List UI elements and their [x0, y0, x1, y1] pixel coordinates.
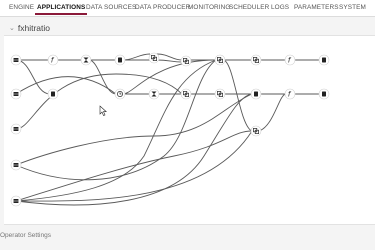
pipeline-graph[interactable]: f f f — [4, 36, 375, 224]
join-icon[interactable] — [214, 54, 226, 66]
tab-data-producer[interactable]: DATA PRODUCER — [135, 4, 190, 11]
chevron-down-icon[interactable]: ⌄ — [9, 24, 15, 32]
join-icon[interactable] — [148, 52, 160, 64]
tab-parameters[interactable]: PARAMETERS — [294, 4, 339, 11]
sink-icon[interactable] — [250, 88, 262, 100]
graph-edges — [15, 53, 320, 206]
filter-icon[interactable] — [148, 88, 160, 100]
join-icon[interactable] — [250, 54, 262, 66]
filter-icon[interactable] — [80, 54, 92, 66]
tab-monitoring[interactable]: MONITORING — [188, 4, 230, 11]
tab-applications[interactable]: APPLICATIONS — [34, 4, 88, 15]
source-icon[interactable] — [10, 195, 22, 207]
source-icon[interactable] — [10, 123, 22, 135]
tab-system[interactable]: SYSTEM — [339, 4, 366, 11]
operator-settings-label: Operator Settings — [0, 232, 51, 239]
tab-data-sources[interactable]: DATA SOURCES — [86, 4, 136, 11]
mouse-cursor-icon — [99, 105, 107, 116]
tab-scheduler[interactable]: SCHEDULER — [229, 4, 269, 11]
pipeline-canvas[interactable]: f f f — [4, 35, 375, 225]
operator-settings-panel[interactable]: Operator Settings — [0, 232, 51, 239]
tab-engine[interactable]: ENGINE — [9, 4, 34, 11]
source-icon[interactable] — [10, 88, 22, 100]
function-icon[interactable]: f — [284, 88, 296, 100]
join-icon[interactable] — [180, 55, 192, 67]
join-icon[interactable] — [214, 88, 226, 100]
sink-icon[interactable] — [318, 54, 330, 66]
source-icon[interactable] — [10, 159, 22, 171]
function-icon[interactable]: f — [284, 54, 296, 66]
tab-logs[interactable]: LOGS — [271, 4, 289, 11]
sink-icon[interactable] — [47, 88, 59, 100]
join-icon[interactable] — [180, 88, 192, 100]
timer-icon[interactable] — [114, 88, 126, 100]
source-icon[interactable] — [10, 54, 22, 66]
top-navigation: ENGINE APPLICATIONS DATA SOURCES DATA PR… — [0, 0, 375, 17]
sink-icon[interactable] — [114, 54, 126, 66]
sink-icon[interactable] — [318, 88, 330, 100]
application-name: fxhitratio — [17, 23, 50, 33]
page-title[interactable]: ⌄ fxhitratio — [9, 23, 50, 33]
join-icon[interactable] — [250, 125, 262, 137]
function-icon[interactable]: f — [47, 54, 59, 66]
graph-nodes: f f f — [10, 52, 330, 207]
